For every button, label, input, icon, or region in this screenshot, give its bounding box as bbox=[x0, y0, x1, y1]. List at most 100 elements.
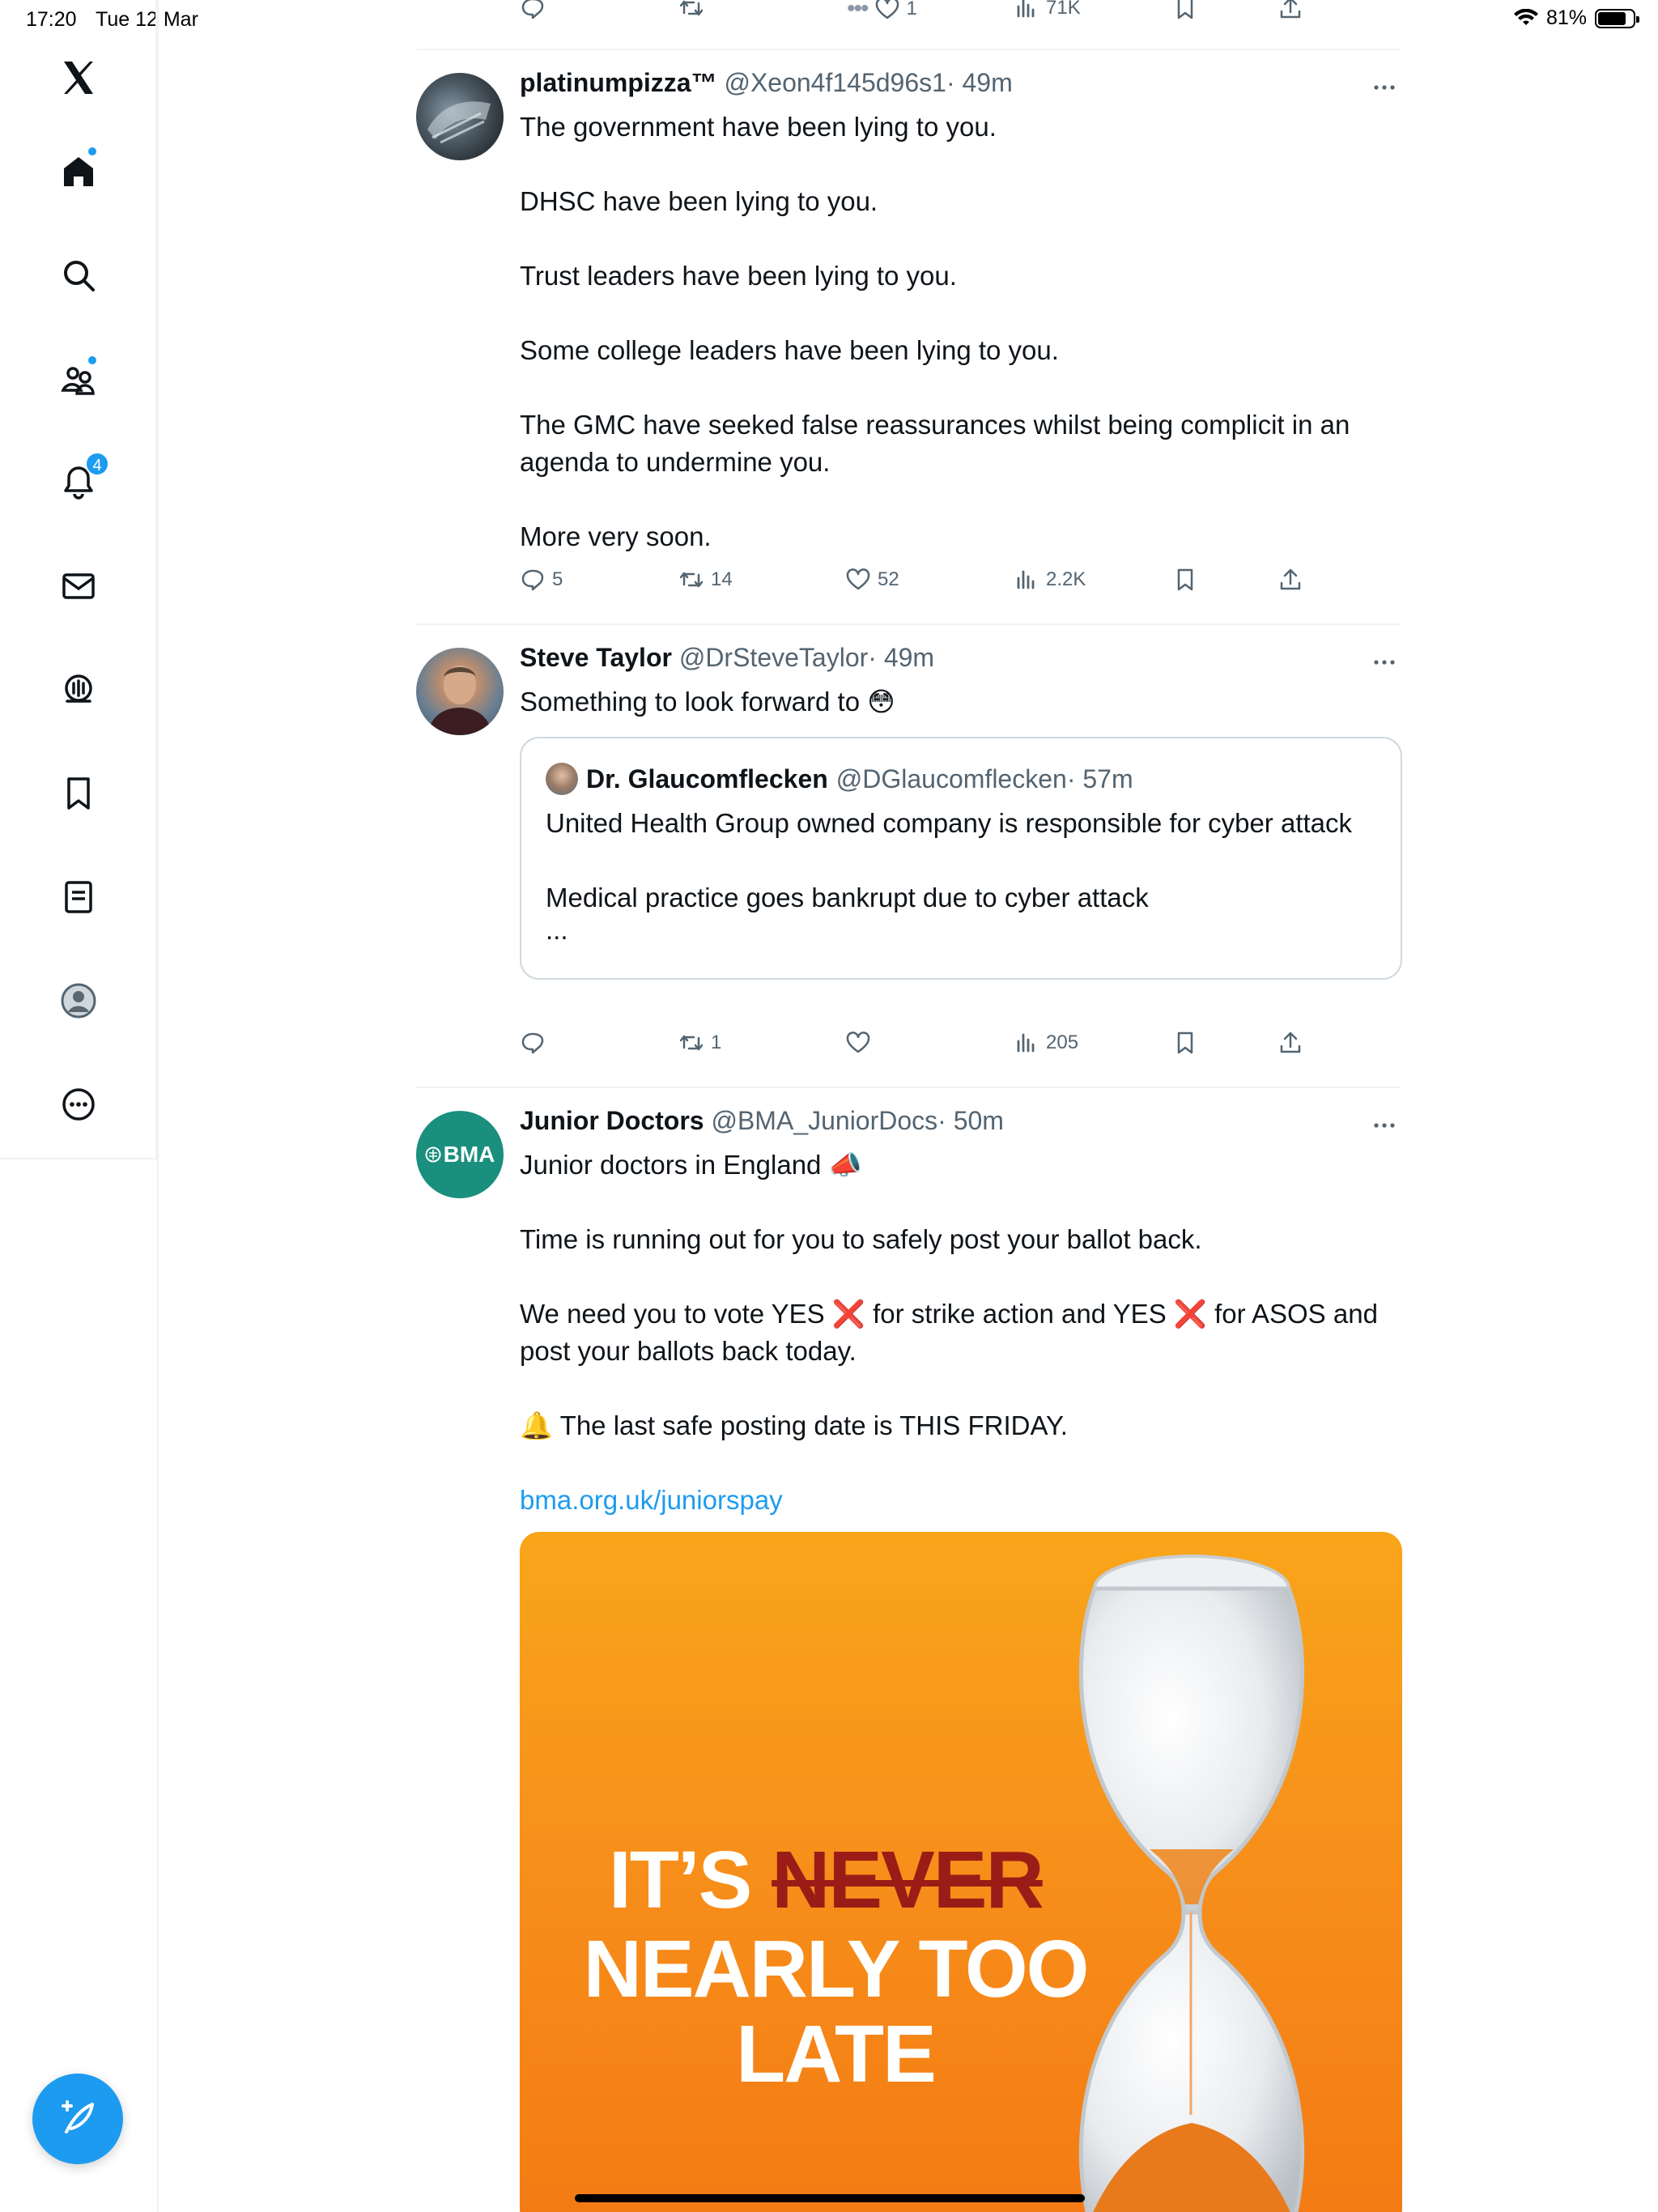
avatar[interactable] bbox=[416, 73, 504, 160]
quoted-ellipsis: ... bbox=[546, 915, 568, 945]
bookmark-icon bbox=[1177, 0, 1193, 19]
retweet-icon bbox=[679, 1035, 704, 1051]
view-count: 71K bbox=[1046, 0, 1081, 19]
profile-avatar-icon bbox=[61, 983, 96, 1019]
heart-icon bbox=[875, 0, 899, 19]
reply-button[interactable] bbox=[520, 1030, 552, 1056]
home-indicator bbox=[575, 2194, 1085, 2202]
view-count: 205 bbox=[1046, 1032, 1079, 1053]
more-options-icon[interactable] bbox=[1368, 1109, 1401, 1142]
retweet-button[interactable]: 1 bbox=[678, 1030, 721, 1056]
quoted-tweet[interactable]: Dr. Glaucomflecken @DGlaucomflecken· 57m… bbox=[520, 737, 1402, 980]
sidebar-item-bookmarks[interactable] bbox=[49, 764, 108, 823]
display-name[interactable]: platinumpizza™ bbox=[520, 68, 717, 97]
sidebar-item-profile[interactable] bbox=[49, 972, 108, 1030]
reply-icon bbox=[521, 1032, 544, 1054]
like-button[interactable] bbox=[845, 1030, 878, 1056]
user-handle[interactable]: @DrSteveTaylor bbox=[679, 643, 868, 672]
sidebar-item-lists[interactable] bbox=[49, 868, 108, 926]
spaces-icon bbox=[65, 674, 92, 703]
heart-icon bbox=[846, 568, 870, 590]
views-button[interactable]: 205 bbox=[1014, 1030, 1078, 1056]
tweet-paragraph: Junior doctors in England 📣 bbox=[520, 1150, 862, 1180]
views-button[interactable]: 2.2K bbox=[1014, 567, 1086, 593]
retweet-button[interactable]: 14 bbox=[678, 567, 733, 593]
sidebar-item-more[interactable] bbox=[49, 1075, 108, 1134]
poster-word-never: NEVER bbox=[772, 1835, 1044, 1925]
share-button[interactable] bbox=[1278, 567, 1303, 593]
more-circle-icon bbox=[62, 1088, 95, 1121]
sidebar-item-notifications[interactable]: 4 bbox=[49, 452, 109, 512]
tweet-time[interactable]: · 49m bbox=[946, 68, 1013, 97]
communities-unread-dot bbox=[87, 355, 98, 366]
compose-button[interactable] bbox=[32, 2074, 123, 2164]
wifi-icon bbox=[1513, 8, 1538, 25]
tweet-actions: 1 205 bbox=[520, 1030, 1313, 1062]
home-unread-dot bbox=[87, 146, 98, 157]
bookmark-icon bbox=[67, 777, 90, 810]
tweet-actions: 5 14 52 2.2K bbox=[520, 567, 1313, 599]
poster-line-2: NEARLY TOO bbox=[583, 1924, 1090, 2014]
poster-line-1: IT’S NEVER bbox=[609, 1836, 1062, 1925]
tweet-time[interactable]: · 49m bbox=[868, 643, 934, 672]
sidebar: 4 bbox=[0, 0, 157, 1159]
x-logo-icon[interactable] bbox=[49, 49, 108, 107]
tweet-header: Steve Taylor @DrSteveTaylor· 49m bbox=[520, 643, 934, 673]
tweet-header: Junior Doctors @BMA_JuniorDocs· 50m bbox=[520, 1106, 1004, 1136]
bookmark-icon bbox=[1177, 1032, 1193, 1054]
like-count: 52 bbox=[878, 568, 899, 590]
retweet-count: 1 bbox=[711, 1032, 722, 1053]
search-icon bbox=[64, 261, 95, 291]
bookmark-button[interactable] bbox=[1172, 1030, 1198, 1056]
tweet[interactable]: BMA Junior Doctors @BMA_JuniorDocs· 50m … bbox=[416, 1088, 1402, 2212]
tweet-paragraph: The government have been lying to you. bbox=[520, 112, 997, 142]
bookmark-button[interactable] bbox=[1172, 567, 1198, 593]
avatar[interactable] bbox=[416, 648, 504, 735]
views-icon bbox=[1017, 0, 1035, 18]
like-count: 1 bbox=[906, 0, 917, 19]
display-name[interactable]: Steve Taylor bbox=[520, 643, 672, 672]
retweet-button[interactable] bbox=[678, 0, 704, 21]
tweet-time[interactable]: · 50m bbox=[937, 1106, 1004, 1135]
bookmark-button[interactable] bbox=[1172, 0, 1198, 21]
sidebar-item-home[interactable] bbox=[49, 143, 108, 201]
user-handle[interactable]: @BMA_JuniorDocs bbox=[711, 1106, 937, 1135]
avatar-text: BMA bbox=[443, 1142, 495, 1167]
view-count: 2.2K bbox=[1046, 568, 1086, 590]
quoted-display-name: Dr. Glaucomflecken bbox=[586, 764, 828, 793]
views-button[interactable]: 71K bbox=[1014, 0, 1081, 21]
more-options-icon[interactable] bbox=[1368, 646, 1401, 678]
sidebar-item-explore[interactable] bbox=[49, 246, 108, 304]
poster-line-3: LATE bbox=[736, 2009, 937, 2099]
tweet-link[interactable]: bma.org.uk/juniorspay bbox=[520, 1482, 1402, 1519]
sidebar-item-communities[interactable] bbox=[49, 350, 108, 408]
reply-icon bbox=[521, 0, 544, 19]
share-button[interactable] bbox=[1278, 1030, 1303, 1056]
previous-tweet-actions: ••• 1 71K bbox=[520, 0, 1313, 28]
quoted-avatar bbox=[546, 763, 578, 795]
avatar[interactable]: BMA bbox=[416, 1111, 504, 1198]
tweet-text: The government have been lying to you. D… bbox=[520, 108, 1402, 555]
tweet[interactable]: platinumpizza™ @Xeon4f145d96s1· 49m The … bbox=[416, 50, 1401, 623]
reply-count: 5 bbox=[552, 568, 563, 590]
reply-button[interactable] bbox=[520, 0, 546, 21]
quoted-user-handle: @DGlaucomflecken bbox=[835, 764, 1067, 793]
sidebar-item-spaces[interactable] bbox=[49, 661, 108, 719]
reply-icon bbox=[521, 569, 544, 591]
battery-percent: 81% bbox=[1545, 6, 1587, 29]
tweet-image[interactable]: IT’S NEVER NEARLY TOO LATE bbox=[520, 1532, 1402, 2212]
like-button[interactable]: 52 bbox=[845, 567, 899, 593]
more-options-icon[interactable] bbox=[1368, 71, 1401, 104]
user-handle[interactable]: @Xeon4f145d96s1 bbox=[724, 68, 946, 97]
share-button[interactable] bbox=[1278, 0, 1303, 21]
display-name[interactable]: Junior Doctors bbox=[520, 1106, 704, 1135]
tweet-header: platinumpizza™ @Xeon4f145d96s1· 49m bbox=[520, 68, 1013, 98]
tweet[interactable]: Steve Taylor @DrSteveTaylor· 49m Somethi… bbox=[416, 625, 1402, 1087]
sidebar-item-messages[interactable] bbox=[49, 557, 108, 615]
like-button[interactable]: ••• 1 bbox=[847, 0, 917, 23]
notifications-badge: 4 bbox=[85, 452, 109, 476]
reply-button[interactable]: 5 bbox=[520, 567, 563, 593]
share-icon bbox=[1280, 0, 1301, 19]
tweet-paragraph: Some college leaders have been lying to … bbox=[520, 335, 1059, 365]
share-icon bbox=[1280, 568, 1301, 590]
